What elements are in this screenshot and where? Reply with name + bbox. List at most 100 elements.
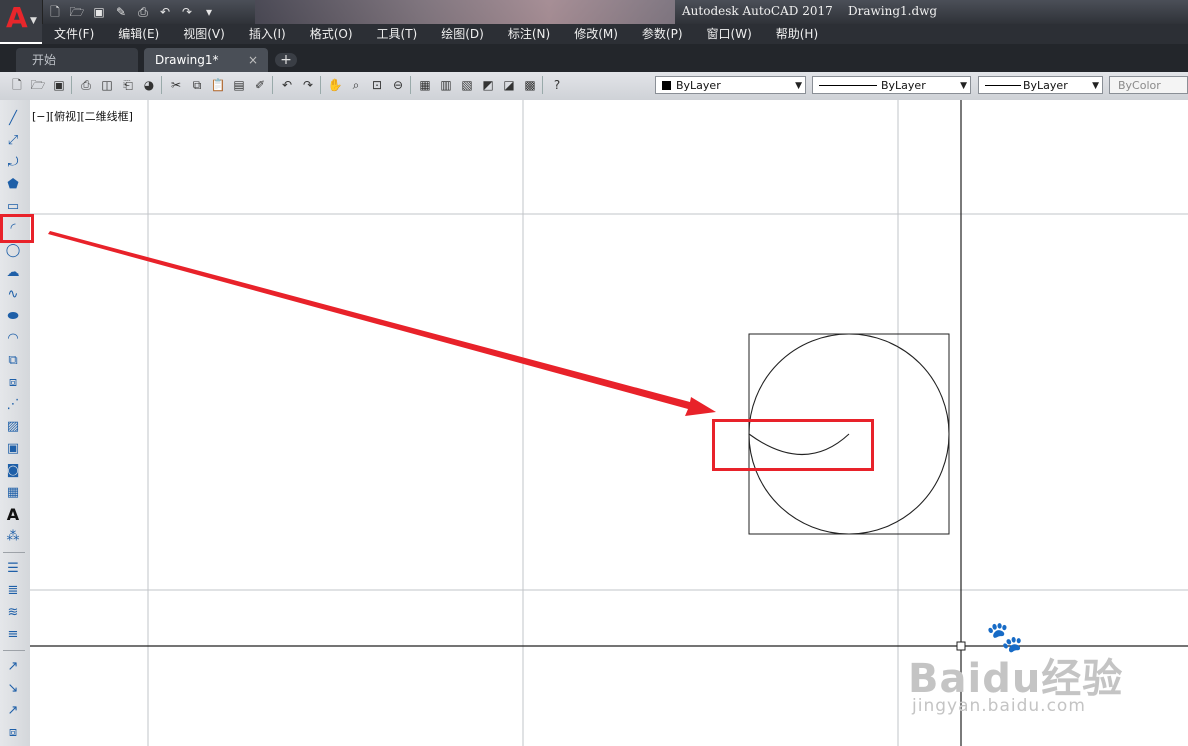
toolbar-divider (3, 650, 25, 651)
copy-icon[interactable]: ⧉ (188, 76, 206, 94)
undo-icon[interactable]: ↶ (278, 76, 296, 94)
edit-spline-icon[interactable]: ↗ (4, 702, 22, 720)
cut-icon[interactable]: ✂ (167, 76, 185, 94)
linetype-dropdown[interactable]: ByLayer ▼ (812, 76, 971, 94)
watermark-site: jingyan.baidu.com (912, 696, 1086, 716)
close-icon[interactable]: × (248, 48, 258, 72)
zoom-window-icon[interactable]: ⊡ (368, 76, 386, 94)
tool-palettes-icon[interactable]: ▧ (458, 76, 476, 94)
open-icon[interactable]: 🗁 (68, 4, 86, 20)
sheet-set-icon[interactable]: ◩ (479, 76, 497, 94)
lineweight-preview (985, 85, 1021, 86)
insert-block-icon[interactable]: ⧉ (4, 352, 22, 370)
layer-color-dropdown[interactable]: ByLayer ▼ (655, 76, 806, 94)
region-icon[interactable]: ◙ (4, 462, 22, 480)
tab-start[interactable]: 开始 (16, 48, 138, 72)
color-swatch (662, 81, 671, 90)
menu-window[interactable]: 窗口(W) (695, 24, 764, 44)
help-icon[interactable]: ? (548, 76, 566, 94)
spline-icon[interactable]: ∿ (4, 286, 22, 304)
gradient-icon[interactable]: ▣ (4, 440, 22, 458)
menu-draw[interactable]: 绘图(D) (429, 24, 496, 44)
lineweight-dropdown[interactable]: ByLayer ▼ (978, 76, 1103, 94)
plot-icon[interactable]: ⎙ (134, 4, 152, 20)
toolbar-divider (542, 76, 545, 94)
mtext-icon[interactable]: A (4, 506, 22, 524)
design-center-icon[interactable]: ▥ (437, 76, 455, 94)
render-icon[interactable]: ◕ (140, 76, 158, 94)
new-tab-button[interactable]: + (275, 53, 297, 67)
plot-preview-icon[interactable]: ◫ (98, 76, 116, 94)
point-icon[interactable]: ⋰ (4, 396, 22, 414)
toolbar-divider (410, 76, 413, 94)
menu-file[interactable]: 文件(F) (42, 24, 106, 44)
new-icon[interactable]: 🗋 (46, 4, 64, 20)
ellipse-arc-icon[interactable]: ◠ (4, 330, 22, 348)
tab-drawing1[interactable]: Drawing1* × (144, 48, 268, 72)
customize-icon[interactable]: ▾ (200, 4, 218, 20)
hatch-icon[interactable]: ▨ (4, 418, 22, 436)
undo-icon[interactable]: ↶ (156, 4, 174, 20)
menu-parametric[interactable]: 参数(P) (630, 24, 695, 44)
table-icon[interactable]: ▦ (4, 484, 22, 502)
new-icon[interactable]: 🗋 (8, 76, 26, 94)
window-title: Autodesk AutoCAD 2017 Drawing1.dwg (682, 4, 938, 18)
linetype-preview (819, 85, 877, 86)
calculator-icon[interactable]: ▩ (521, 76, 539, 94)
redo-icon[interactable]: ↷ (299, 76, 317, 94)
modify-polyline-icon[interactable]: ↗ (4, 658, 22, 676)
zoom-realtime-icon[interactable]: ⌕ (347, 76, 365, 94)
markup-icon[interactable]: ◪ (500, 76, 518, 94)
menu-bar: 文件(F) 编辑(E) 视图(V) 插入(I) 格式(O) 工具(T) 绘图(D… (42, 24, 1188, 44)
ellipse-icon[interactable]: ⬬ (4, 308, 22, 326)
menu-dimension[interactable]: 标注(N) (496, 24, 562, 44)
title-bar-background (255, 0, 675, 24)
xline-icon[interactable]: ⤢ (4, 132, 22, 150)
edit-vertex-icon[interactable]: ↘ (4, 680, 22, 698)
menu-format[interactable]: 格式(O) (298, 24, 365, 44)
polygon-icon[interactable]: ⬟ (4, 176, 22, 194)
layer-properties-icon[interactable]: ☰ (4, 560, 22, 578)
highlight-box-arc-tool (0, 214, 34, 243)
chevron-down-icon: ▼ (960, 81, 967, 91)
menu-tools[interactable]: 工具(T) (365, 24, 430, 44)
application-menu-button[interactable]: A ▼ (0, 0, 43, 42)
menu-view[interactable]: 视图(V) (171, 24, 237, 44)
quick-access-toolbar: 🗋 🗁 ▣ ✎ ⎙ ↶ ↷ ▾ (46, 3, 218, 21)
edit-hatch-icon[interactable]: ⧈ (4, 724, 22, 742)
menu-edit[interactable]: 编辑(E) (106, 24, 171, 44)
file-tab-bar: 开始 Drawing1* × (0, 44, 1188, 72)
add-selected-icon[interactable]: ⁂ (4, 528, 22, 546)
layer-isolate-icon[interactable]: ≋ (4, 604, 22, 622)
line-icon[interactable]: ╱ (4, 110, 22, 128)
highlight-box-arc-result (712, 419, 874, 471)
layer-state-icon[interactable]: ≣ (4, 582, 22, 600)
open-icon[interactable]: 🗁 (29, 76, 47, 94)
redo-icon[interactable]: ↷ (178, 4, 196, 20)
make-block-icon[interactable]: ⧈ (4, 374, 22, 392)
paste-icon[interactable]: 📋 (209, 76, 227, 94)
polyline-icon[interactable]: ⤾ (4, 154, 22, 172)
saveas-icon[interactable]: ✎ (112, 4, 130, 20)
match-properties-icon[interactable]: ✐ (251, 76, 269, 94)
save-icon[interactable]: ▣ (90, 4, 108, 20)
autocad-logo-icon: A (6, 1, 28, 34)
layer-color-value: ByLayer (676, 79, 721, 92)
plot-style-dropdown[interactable]: ByColor (1109, 76, 1188, 94)
zoom-previous-icon[interactable]: ⊖ (389, 76, 407, 94)
draw-toolbar: ╱ ⤢ ⤾ ⬟ ▭ ◜ ◯ ☁ ∿ ⬬ ◠ ⧉ ⧈ ⋰ ▨ ▣ ◙ ▦ A ⁂ … (0, 100, 31, 746)
menu-insert[interactable]: 插入(I) (237, 24, 298, 44)
tab-drawing1-label: Drawing1* (155, 53, 219, 67)
plot-icon[interactable]: ⎙ (77, 76, 95, 94)
menu-help[interactable]: 帮助(H) (764, 24, 830, 44)
publish-icon[interactable]: ⎗ (119, 76, 137, 94)
circle-icon[interactable]: ◯ (4, 242, 22, 260)
menu-modify[interactable]: 修改(M) (562, 24, 630, 44)
properties-icon[interactable]: ▦ (416, 76, 434, 94)
viewport-controls[interactable]: [−][俯视][二维线框] (32, 108, 133, 124)
layer-match-icon[interactable]: ≡ (4, 626, 22, 644)
pan-icon[interactable]: ✋ (326, 76, 344, 94)
revcloud-icon[interactable]: ☁ (4, 264, 22, 282)
paste-block-icon[interactable]: ▤ (230, 76, 248, 94)
save-icon[interactable]: ▣ (50, 76, 68, 94)
